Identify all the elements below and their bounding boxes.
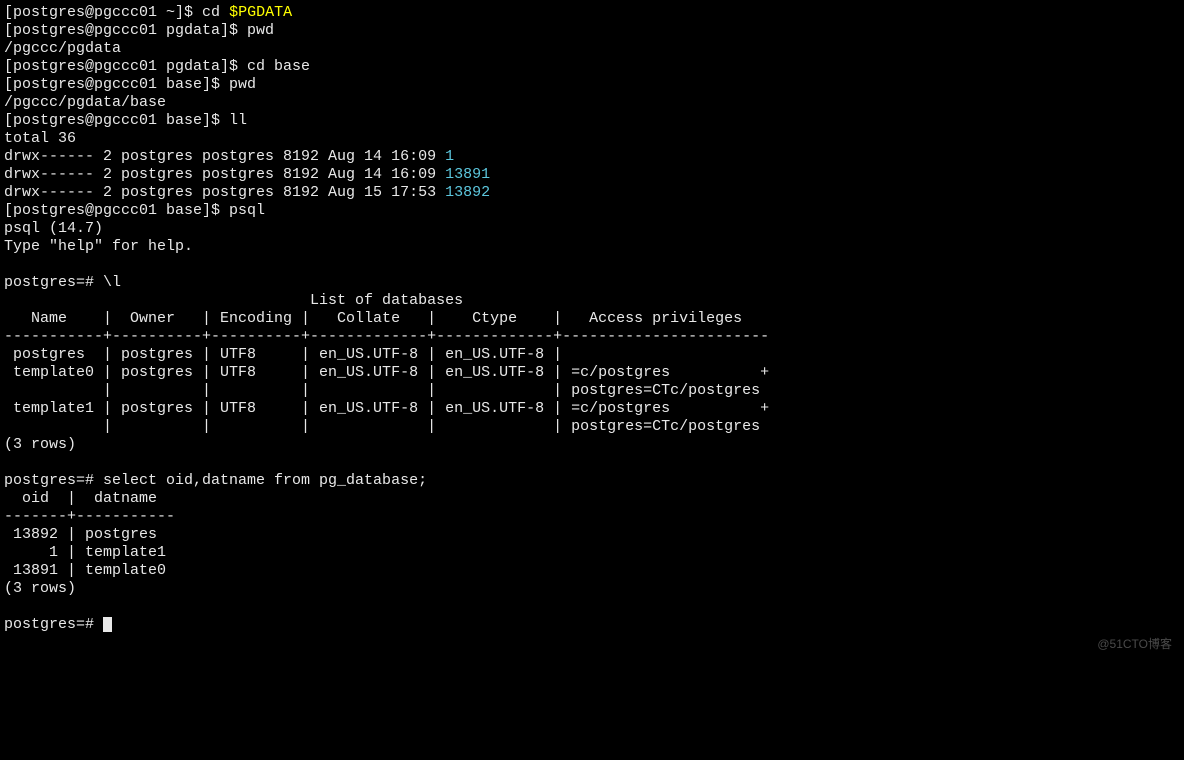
table-row: postgres | postgres | UTF8 | en_US.UTF-8… xyxy=(4,346,1180,364)
table-row: 13892 | postgres xyxy=(4,526,1180,544)
watermark: @51CTO博客 xyxy=(1097,637,1172,651)
table-header: Name | Owner | Encoding | Collate | Ctyp… xyxy=(4,310,1180,328)
cmd-line: [postgres@pgccc01 pgdata]$ cd base xyxy=(4,58,1180,76)
table-header: oid | datname xyxy=(4,490,1180,508)
table-row: template0 | postgres | UTF8 | en_US.UTF-… xyxy=(4,364,1180,382)
table-row: 1 | template1 xyxy=(4,544,1180,562)
cursor-icon xyxy=(103,617,112,632)
terminal-output[interactable]: [postgres@pgccc01 ~]$ cd $PGDATA[postgre… xyxy=(4,4,1180,634)
blank-line xyxy=(4,256,1180,274)
output-line: drwx------ 2 postgres postgres 8192 Aug … xyxy=(4,148,1180,166)
output-line: drwx------ 2 postgres postgres 8192 Aug … xyxy=(4,166,1180,184)
output-line: (3 rows) xyxy=(4,580,1180,598)
table-divider: -----------+----------+----------+------… xyxy=(4,328,1180,346)
table-row: | | | | | postgres=CTc/postgres xyxy=(4,382,1180,400)
blank-line xyxy=(4,454,1180,472)
output-line: Type "help" for help. xyxy=(4,238,1180,256)
output-line: drwx------ 2 postgres postgres 8192 Aug … xyxy=(4,184,1180,202)
output-line: (3 rows) xyxy=(4,436,1180,454)
table-row: template1 | postgres | UTF8 | en_US.UTF-… xyxy=(4,400,1180,418)
psql-cmd: postgres=# select oid,datname from pg_da… xyxy=(4,472,1180,490)
table-row: | | | | | postgres=CTc/postgres xyxy=(4,418,1180,436)
psql-cmd: postgres=# \l xyxy=(4,274,1180,292)
table-row: 13891 | template0 xyxy=(4,562,1180,580)
cmd-line: [postgres@pgccc01 pgdata]$ pwd xyxy=(4,22,1180,40)
cmd-line: [postgres@pgccc01 base]$ ll xyxy=(4,112,1180,130)
cmd-line: [postgres@pgccc01 base]$ psql xyxy=(4,202,1180,220)
cmd-line: [postgres@pgccc01 base]$ pwd xyxy=(4,76,1180,94)
output-line: /pgccc/pgdata xyxy=(4,40,1180,58)
blank-line xyxy=(4,598,1180,616)
output-line: total 36 xyxy=(4,130,1180,148)
cmd-line: [postgres@pgccc01 ~]$ cd $PGDATA xyxy=(4,4,1180,22)
output-line: /pgccc/pgdata/base xyxy=(4,94,1180,112)
table-divider: -------+----------- xyxy=(4,508,1180,526)
table-title: List of databases xyxy=(4,292,1180,310)
psql-prompt[interactable]: postgres=# xyxy=(4,616,1180,634)
output-line: psql (14.7) xyxy=(4,220,1180,238)
